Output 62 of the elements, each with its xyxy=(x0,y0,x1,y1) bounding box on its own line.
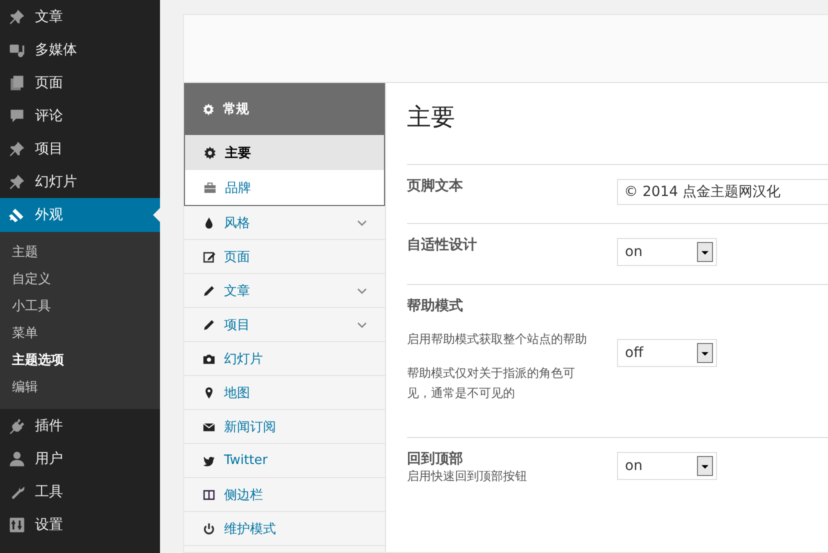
chevron-icon xyxy=(357,218,367,228)
pushpin-icon xyxy=(8,8,26,26)
admin-menu-item[interactable]: 评论 xyxy=(0,99,160,132)
nav-item[interactable]: 主要 xyxy=(185,135,384,170)
setting-description: 启用帮助模式获取整个站点的帮助 xyxy=(407,331,588,348)
admin-menu-item[interactable]: 项目 xyxy=(0,132,160,165)
nav-item[interactable]: 项目 xyxy=(184,308,385,342)
settings-icon xyxy=(8,516,26,534)
submenu-item[interactable]: 主题 xyxy=(0,239,160,266)
plug-icon xyxy=(8,416,26,434)
power-icon xyxy=(202,522,216,536)
select-field[interactable]: off xyxy=(617,339,717,367)
admin-menu-item[interactable]: 多媒体 xyxy=(0,33,160,66)
section-title: 主要 xyxy=(407,104,456,133)
setting-label: 页脚文本 xyxy=(407,177,464,195)
admin-menu-item[interactable]: 插件 xyxy=(0,409,160,442)
edit-icon xyxy=(202,250,216,264)
submenu-item[interactable]: 编辑 xyxy=(0,374,160,401)
user-icon xyxy=(8,450,26,468)
admin-menu-item[interactable]: 页面 xyxy=(0,66,160,99)
nav-item[interactable]: 品牌 xyxy=(185,170,384,205)
nav-item[interactable]: 维护模式 xyxy=(184,512,385,546)
columns-icon xyxy=(202,488,216,502)
pages-icon xyxy=(8,74,26,92)
submenu-item[interactable]: 菜单 xyxy=(0,320,160,347)
admin-menu-item[interactable]: 设置 xyxy=(0,508,160,541)
text-field[interactable]: © 2014 点金主题网汉化 xyxy=(617,179,828,205)
nav-item[interactable]: 地图 xyxy=(184,376,385,410)
comment-icon xyxy=(8,106,26,124)
select-field[interactable]: on xyxy=(617,238,717,266)
setting-label: 回到顶部 xyxy=(407,450,464,468)
submenu-item[interactable]: 主题选项 xyxy=(0,347,160,374)
nav-item[interactable]: Twitter xyxy=(184,444,385,478)
setting-description: 帮助模式仅对关于指派的角色可见，通常是不可见的 xyxy=(407,365,576,402)
admin-menu-item[interactable]: 工具 xyxy=(0,475,160,508)
admin-menu-item[interactable]: 外观 xyxy=(0,198,160,232)
submenu-item[interactable]: 小工具 xyxy=(0,293,160,320)
setting-label: 自适性设计 xyxy=(407,236,478,254)
nav-item[interactable]: 页面 xyxy=(184,240,385,274)
admin-menu-item[interactable]: 幻灯片 xyxy=(0,165,160,198)
brush-icon xyxy=(8,206,26,224)
select-field[interactable]: on xyxy=(617,452,717,480)
pencil-icon xyxy=(202,284,216,298)
setting-description: 启用快速回到顶部按钮 xyxy=(407,468,528,485)
briefcase-icon xyxy=(203,180,217,194)
nav-item[interactable]: 文章 xyxy=(184,274,385,308)
submenu-item[interactable]: 自定义 xyxy=(0,266,160,293)
nav-item[interactable]: 新闻订阅 xyxy=(184,410,385,444)
nav-item[interactable]: 风格 xyxy=(184,206,385,240)
gear-icon xyxy=(202,102,215,116)
setting-label: 帮助模式 xyxy=(407,297,464,315)
nav-group-header[interactable]: 常规 xyxy=(184,83,385,135)
nav-item[interactable]: 侧边栏 xyxy=(184,478,385,512)
chevron-icon xyxy=(357,320,367,330)
pencil-icon xyxy=(202,318,216,332)
nav-item[interactable]: 幻灯片 xyxy=(184,342,385,376)
chevron-icon xyxy=(357,286,367,296)
pushpin-icon xyxy=(8,172,26,190)
admin-menu-item[interactable]: 文章 xyxy=(0,0,160,33)
gear-icon xyxy=(203,146,217,160)
pushpin-icon xyxy=(8,140,26,158)
admin-menu-item[interactable]: 用户 xyxy=(0,442,160,475)
